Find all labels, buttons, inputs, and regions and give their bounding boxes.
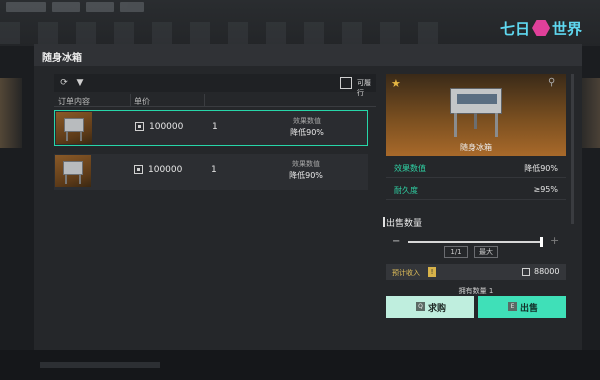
sell-quantity-title: 出售数量 (386, 219, 423, 229)
attr-key: 耐久度 (394, 186, 418, 195)
attr-row: 耐久度 ≥95% (386, 180, 566, 200)
attr-key: 效果数值 (394, 164, 426, 173)
header-divider (54, 106, 376, 107)
attr-row: 效果数值 降低90% (386, 158, 566, 178)
fridge-thumbnail (55, 155, 91, 187)
effect-value: 降低90% (290, 128, 324, 137)
effect-label: 效果数值 (293, 117, 321, 125)
column-separator (204, 94, 205, 106)
currency-icon (522, 268, 530, 276)
decrease-button[interactable]: − (392, 236, 400, 247)
currency-icon (134, 165, 143, 174)
detail-scrollbar[interactable] (571, 74, 574, 224)
fulfillable-checkbox[interactable] (340, 77, 352, 89)
background-tabs (0, 0, 260, 18)
increase-button[interactable]: + (550, 234, 559, 247)
favorite-star-icon[interactable]: ★ (391, 77, 401, 90)
attr-value: 降低90% (524, 164, 558, 173)
estimated-income: 预计收入 ! 88000 (386, 264, 566, 280)
order-quantity: 1 (212, 122, 218, 132)
order-panel: 随身冰箱 ⟳ ▼ 可履行 订单内容 单价 100000 1 效果数值 降低90%… (34, 44, 582, 350)
attr-value: ≥95% (533, 185, 558, 194)
section-marker (383, 217, 385, 227)
panel-title: 随身冰箱 (42, 53, 82, 64)
fulfillable-label: 可履行 (357, 79, 371, 97)
filter-icon[interactable]: ▼ (74, 77, 86, 89)
item-name: 随身冰箱 (460, 143, 492, 152)
background-left-item (0, 78, 22, 148)
income-label: 预计收入 (392, 269, 420, 277)
quantity-readout: 1/1 (444, 246, 468, 258)
order-quantity: 1 (211, 165, 217, 175)
key-hint-e: E (508, 302, 517, 311)
order-row[interactable]: 100000 1 效果数值 降低90% (54, 110, 368, 146)
max-button[interactable]: 最大 (474, 246, 498, 258)
buy-button-label: 求购 (428, 304, 447, 314)
quantity-slider-handle[interactable] (540, 237, 543, 247)
panel-header: 随身冰箱 (34, 44, 582, 66)
refresh-icon[interactable]: ⟳ (58, 77, 70, 89)
order-price: 100000 (148, 165, 183, 175)
game-logo: 七日 世界 (500, 19, 583, 38)
currency-icon (135, 122, 144, 131)
sell-button-label: 出售 (520, 304, 539, 314)
fridge-thumbnail (56, 112, 92, 144)
list-toolbar: ⟳ ▼ 可履行 (54, 74, 376, 97)
column-separator (130, 94, 131, 106)
order-price: 100000 (149, 122, 184, 132)
quantity-slider[interactable] (408, 241, 542, 243)
sell-button[interactable]: E 出售 (478, 296, 566, 318)
income-value: 88000 (534, 267, 560, 276)
item-preview: ★ ⚲ 随身冰箱 (386, 74, 566, 156)
key-hint-q: Q (416, 302, 425, 311)
logo-hex-icon (532, 20, 551, 36)
order-row[interactable]: 100000 1 效果数值 降低90% (54, 154, 368, 190)
income-info-icon[interactable]: ! (428, 267, 436, 277)
background-bottom-hint (40, 362, 160, 368)
magnify-icon[interactable]: ⚲ (548, 77, 555, 88)
request-buy-button[interactable]: Q 求购 (386, 296, 474, 318)
fridge-image (450, 88, 502, 138)
effect-value: 降低90% (289, 171, 323, 180)
effect-label: 效果数值 (292, 160, 320, 168)
owned-quantity: 拥有数量 1 (458, 287, 494, 295)
